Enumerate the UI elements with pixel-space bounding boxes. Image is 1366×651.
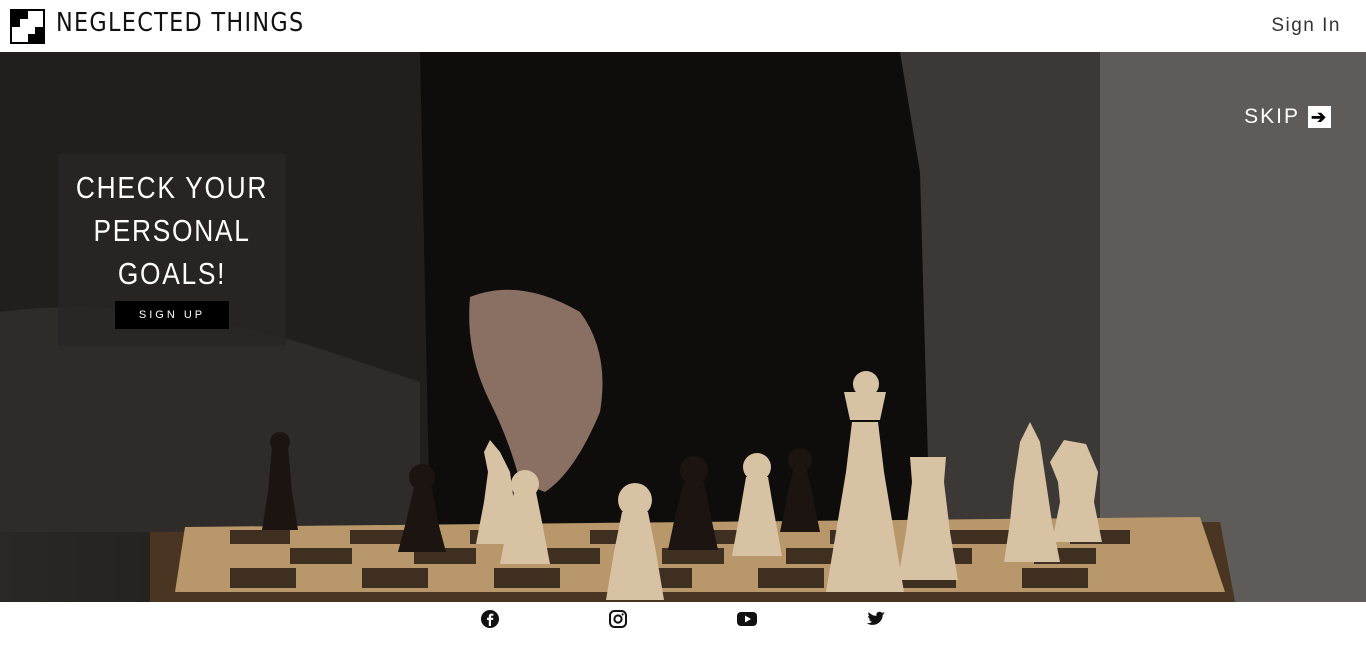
arrow-right-icon: ➔ [1308, 106, 1331, 128]
youtube-icon[interactable] [736, 609, 758, 629]
cta-heading-line: PERSONAL [93, 213, 251, 248]
twitter-icon[interactable] [866, 609, 886, 629]
sign-in-link[interactable]: Sign In [1271, 15, 1341, 37]
instagram-icon[interactable] [608, 609, 628, 629]
cta-heading-line: CHECK YOUR [75, 170, 269, 205]
sign-up-button[interactable]: SIGN UP [115, 301, 229, 329]
cta-heading-line: GOALS! [117, 256, 227, 291]
cta-panel: CHECK YOUR PERSONAL GOALS! SIGN UP [58, 154, 286, 346]
footer-social-bar [0, 602, 1366, 651]
top-navigation-bar: NEGLECTED THINGS Sign In [0, 0, 1366, 52]
skip-label: SKIP [1244, 105, 1300, 128]
facebook-icon[interactable] [480, 609, 500, 629]
logo-icon[interactable] [10, 9, 45, 44]
brand-name[interactable]: NEGLECTED THINGS [56, 8, 304, 38]
skip-button[interactable]: SKIP ➔ [1244, 105, 1331, 129]
hero-banner: SKIP ➔ CHECK YOUR PERSONAL GOALS! SIGN U… [0, 52, 1366, 602]
cta-heading: CHECK YOUR PERSONAL GOALS! [75, 166, 269, 295]
